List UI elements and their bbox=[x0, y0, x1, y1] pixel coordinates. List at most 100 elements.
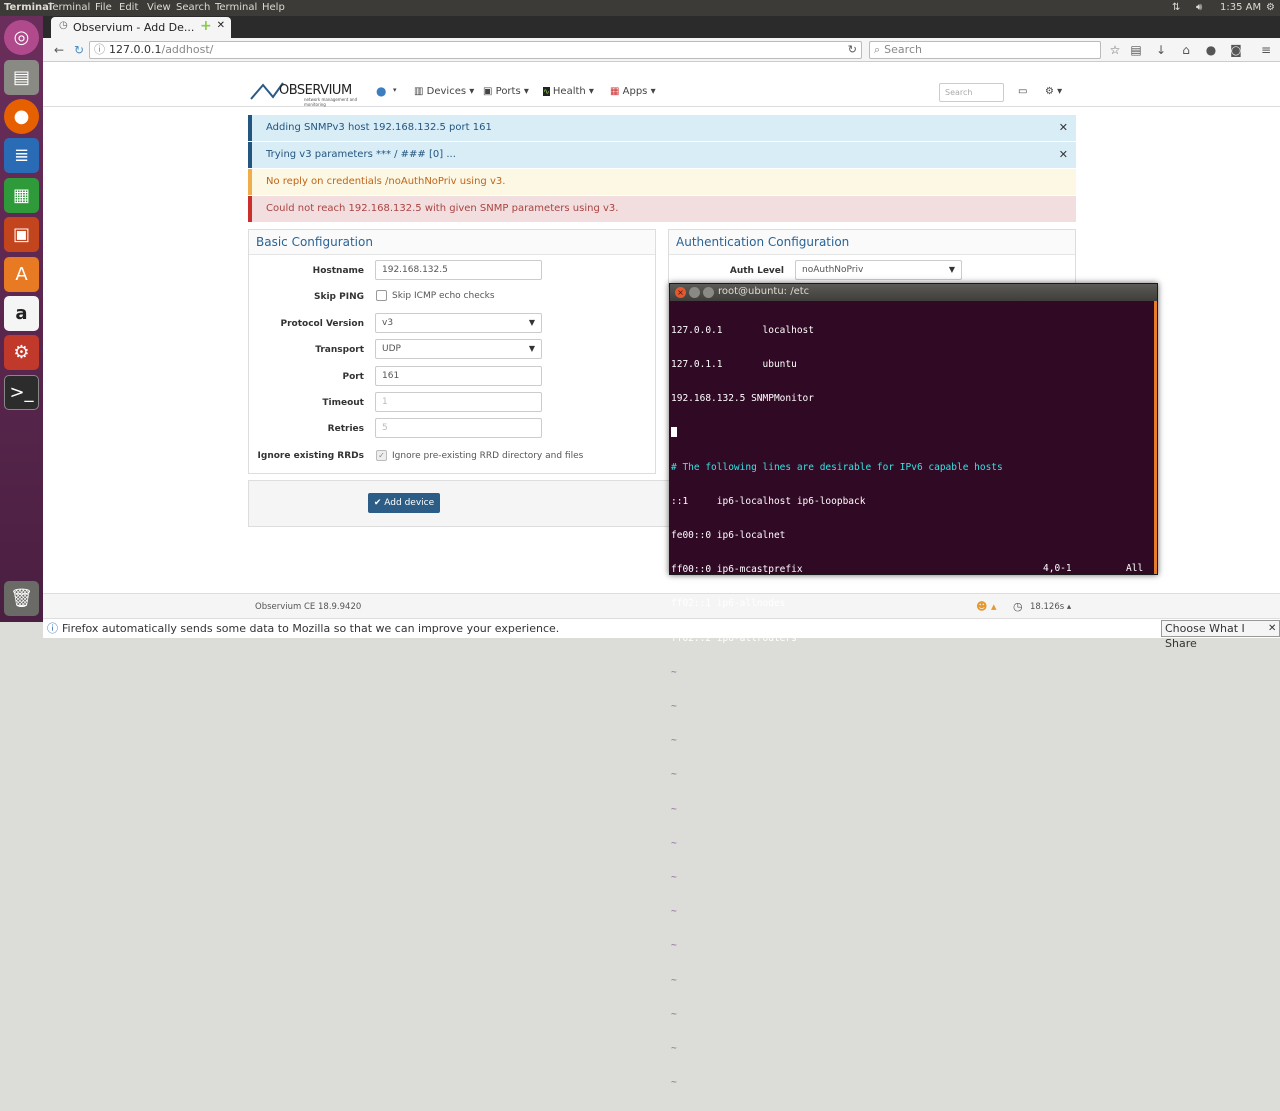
protocol-label: Protocol Version bbox=[280, 319, 365, 329]
info-icon[interactable]: ⓘ bbox=[90, 43, 109, 56]
ignore-rrd-checkbox[interactable]: ✓ bbox=[376, 450, 387, 461]
chat-icon[interactable]: ● bbox=[1203, 42, 1219, 58]
hamburger-menu-icon[interactable]: ≡ bbox=[1258, 42, 1274, 58]
alert-text: Could not reach 192.168.132.5 with given… bbox=[266, 203, 619, 214]
transport-select[interactable]: UDP ▼ bbox=[375, 339, 542, 359]
search-placeholder: Search bbox=[884, 43, 922, 56]
network-icon[interactable]: ⇅ bbox=[1172, 2, 1180, 13]
ports-menu[interactable]: ▣ Ports ▾ bbox=[483, 86, 529, 97]
terminal-line: ::1 ip6-localhost ip6-loopback bbox=[671, 495, 866, 507]
unity-launcher: ◎ ▤ ● ≣ ▦ ▣ A a ⚙ >_ 🗑︎ bbox=[0, 16, 43, 622]
health-menu[interactable]: ∿ Health ▾ bbox=[543, 86, 594, 97]
calc-icon[interactable]: ▦ bbox=[4, 178, 39, 213]
tilde-line: ~ bbox=[671, 666, 677, 678]
retries-placeholder: 5 bbox=[382, 423, 388, 433]
skip-ping-text: Skip ICMP echo checks bbox=[392, 291, 495, 301]
tilde-line: ~ bbox=[671, 837, 677, 849]
reload-icon[interactable]: ↻ bbox=[71, 42, 87, 58]
terminal-window[interactable]: × root@ubuntu: /etc 127.0.0.1 localhost … bbox=[669, 283, 1158, 1088]
menu-edit[interactable]: Edit bbox=[119, 2, 138, 13]
settings-gear-icon[interactable]: ⚙ ▾ bbox=[1045, 86, 1062, 97]
observium-navbar: OBSERVIUM network management and monitor… bbox=[43, 63, 1280, 107]
reading-list-icon[interactable]: ▤ bbox=[1128, 42, 1144, 58]
obs-search-input[interactable]: Search bbox=[939, 83, 1004, 102]
search-bar[interactable]: ⌕ Search bbox=[869, 41, 1101, 59]
clock[interactable]: 1:35 AM bbox=[1220, 2, 1261, 13]
retries-input[interactable]: 5 bbox=[375, 418, 542, 438]
port-input[interactable]: 161 bbox=[375, 366, 542, 386]
power-icon[interactable]: ⚙ bbox=[1266, 2, 1275, 13]
logo-text: OBSERVIUM bbox=[279, 83, 352, 98]
writer-icon[interactable]: ≣ bbox=[4, 138, 39, 173]
timeout-input[interactable]: 1 bbox=[375, 392, 542, 412]
settings-icon[interactable]: ⚙ bbox=[4, 335, 39, 370]
page-icon: ◷ bbox=[59, 20, 68, 31]
terminal-scrollbar[interactable] bbox=[1154, 301, 1157, 574]
protocol-value: v3 bbox=[382, 318, 394, 328]
ubuntu-dash-icon[interactable]: ◎ bbox=[4, 20, 39, 55]
apps-menu[interactable]: ▦ Apps ▾ bbox=[610, 86, 656, 97]
logo-tagline: network management and monitoring bbox=[304, 97, 358, 107]
menu-file[interactable]: File bbox=[95, 2, 112, 13]
globe-icon[interactable]: ● bbox=[376, 84, 386, 98]
hostname-input[interactable]: 192.168.132.5 bbox=[375, 260, 542, 280]
menu-search[interactable]: Search bbox=[176, 2, 210, 13]
observium-logo[interactable]: OBSERVIUM network management and monitor… bbox=[249, 81, 359, 107]
terminal-line: 127.0.0.1 localhost bbox=[671, 324, 814, 336]
choose-share-button[interactable]: Choose What I Share bbox=[1161, 620, 1280, 650]
menu-help[interactable]: Help bbox=[262, 2, 285, 13]
tilde-line: ~ bbox=[671, 1008, 677, 1020]
version-text: Observium CE 18.9.9420 bbox=[255, 602, 362, 612]
caret-down-icon: ▼ bbox=[948, 265, 955, 274]
download-icon[interactable]: ↓ bbox=[1153, 42, 1169, 58]
back-icon[interactable]: ← bbox=[51, 42, 67, 58]
devices-menu[interactable]: ▥ Devices ▾ bbox=[414, 86, 474, 97]
close-tab-icon[interactable]: ✕ bbox=[217, 20, 225, 31]
terminal-icon[interactable]: >_ bbox=[4, 375, 39, 410]
apps-icon: ▦ bbox=[610, 86, 620, 97]
menu-view[interactable]: View bbox=[147, 2, 171, 13]
terminal-titlebar[interactable]: × root@ubuntu: /etc bbox=[670, 284, 1157, 301]
close-alert-icon[interactable]: ✕ bbox=[1059, 142, 1068, 168]
close-window-icon[interactable]: × bbox=[675, 287, 686, 298]
firefox-icon[interactable]: ● bbox=[4, 99, 39, 134]
url-bar[interactable]: ⓘ 127.0.0.1/addhost/ ↻ bbox=[89, 41, 862, 59]
refresh-icon[interactable]: ↻ bbox=[848, 42, 857, 58]
close-alert-icon[interactable]: ✕ bbox=[1059, 115, 1068, 141]
bookmark-star-icon[interactable]: ☆ bbox=[1107, 42, 1123, 58]
menu-terminal[interactable]: Terminal bbox=[48, 2, 90, 13]
terminal-line: 192.168.132.5 SNMPMonitor bbox=[671, 393, 814, 405]
globe-caret-icon[interactable]: ▾ bbox=[393, 86, 397, 94]
software-center-icon[interactable]: A bbox=[4, 257, 39, 292]
retries-label: Retries bbox=[327, 424, 364, 434]
vim-scroll-indicator: All bbox=[1126, 563, 1144, 574]
alert-info-2: Trying v3 parameters *** / ### [0] ... ✕ bbox=[248, 142, 1076, 168]
impress-icon[interactable]: ▣ bbox=[4, 217, 39, 252]
new-tab-icon[interactable]: + bbox=[200, 18, 212, 34]
files-icon[interactable]: ▤ bbox=[4, 60, 39, 95]
amazon-icon[interactable]: a bbox=[4, 296, 39, 331]
terminal-line: ff02::2 ip6-allrouters bbox=[671, 632, 797, 644]
ignore-rrd-text: Ignore pre-existing RRD directory and fi… bbox=[392, 451, 584, 461]
monitor-icon[interactable]: ▭ bbox=[1018, 86, 1027, 97]
home-icon[interactable]: ⌂ bbox=[1178, 42, 1194, 58]
auth-config-panel: Authentication Configuration Auth Level … bbox=[668, 229, 1076, 287]
tilde-line: ~ bbox=[671, 769, 677, 781]
protocol-select[interactable]: v3 ▼ bbox=[375, 313, 542, 333]
close-notification-icon[interactable]: ✕ bbox=[1268, 619, 1276, 639]
timeout-label: Timeout bbox=[322, 398, 364, 408]
terminal-line: ff02::1 ip6-allnodes bbox=[671, 598, 786, 610]
alert-warning: No reply on credentials /noAuthNoPriv us… bbox=[248, 169, 1076, 195]
maximize-window-icon[interactable] bbox=[703, 287, 714, 298]
skip-ping-checkbox[interactable] bbox=[376, 290, 387, 301]
terminal-content[interactable]: 127.0.0.1 localhost 127.0.1.1 ubuntu 192… bbox=[671, 302, 1151, 1111]
minimize-window-icon[interactable] bbox=[689, 287, 700, 298]
terminal-line: 127.0.1.1 ubuntu bbox=[671, 359, 797, 371]
add-device-button[interactable]: ✔ Add device bbox=[368, 493, 440, 513]
pocket-icon[interactable]: ◙ bbox=[1228, 42, 1244, 58]
menu-terminal-2[interactable]: Terminal bbox=[215, 2, 257, 13]
ports-icon: ▣ bbox=[483, 86, 493, 97]
auth-level-select[interactable]: noAuthNoPriv ▼ bbox=[795, 260, 962, 280]
volume-icon[interactable]: 🔊︎ bbox=[1196, 2, 1202, 13]
trash-icon[interactable]: 🗑︎ bbox=[4, 581, 39, 616]
